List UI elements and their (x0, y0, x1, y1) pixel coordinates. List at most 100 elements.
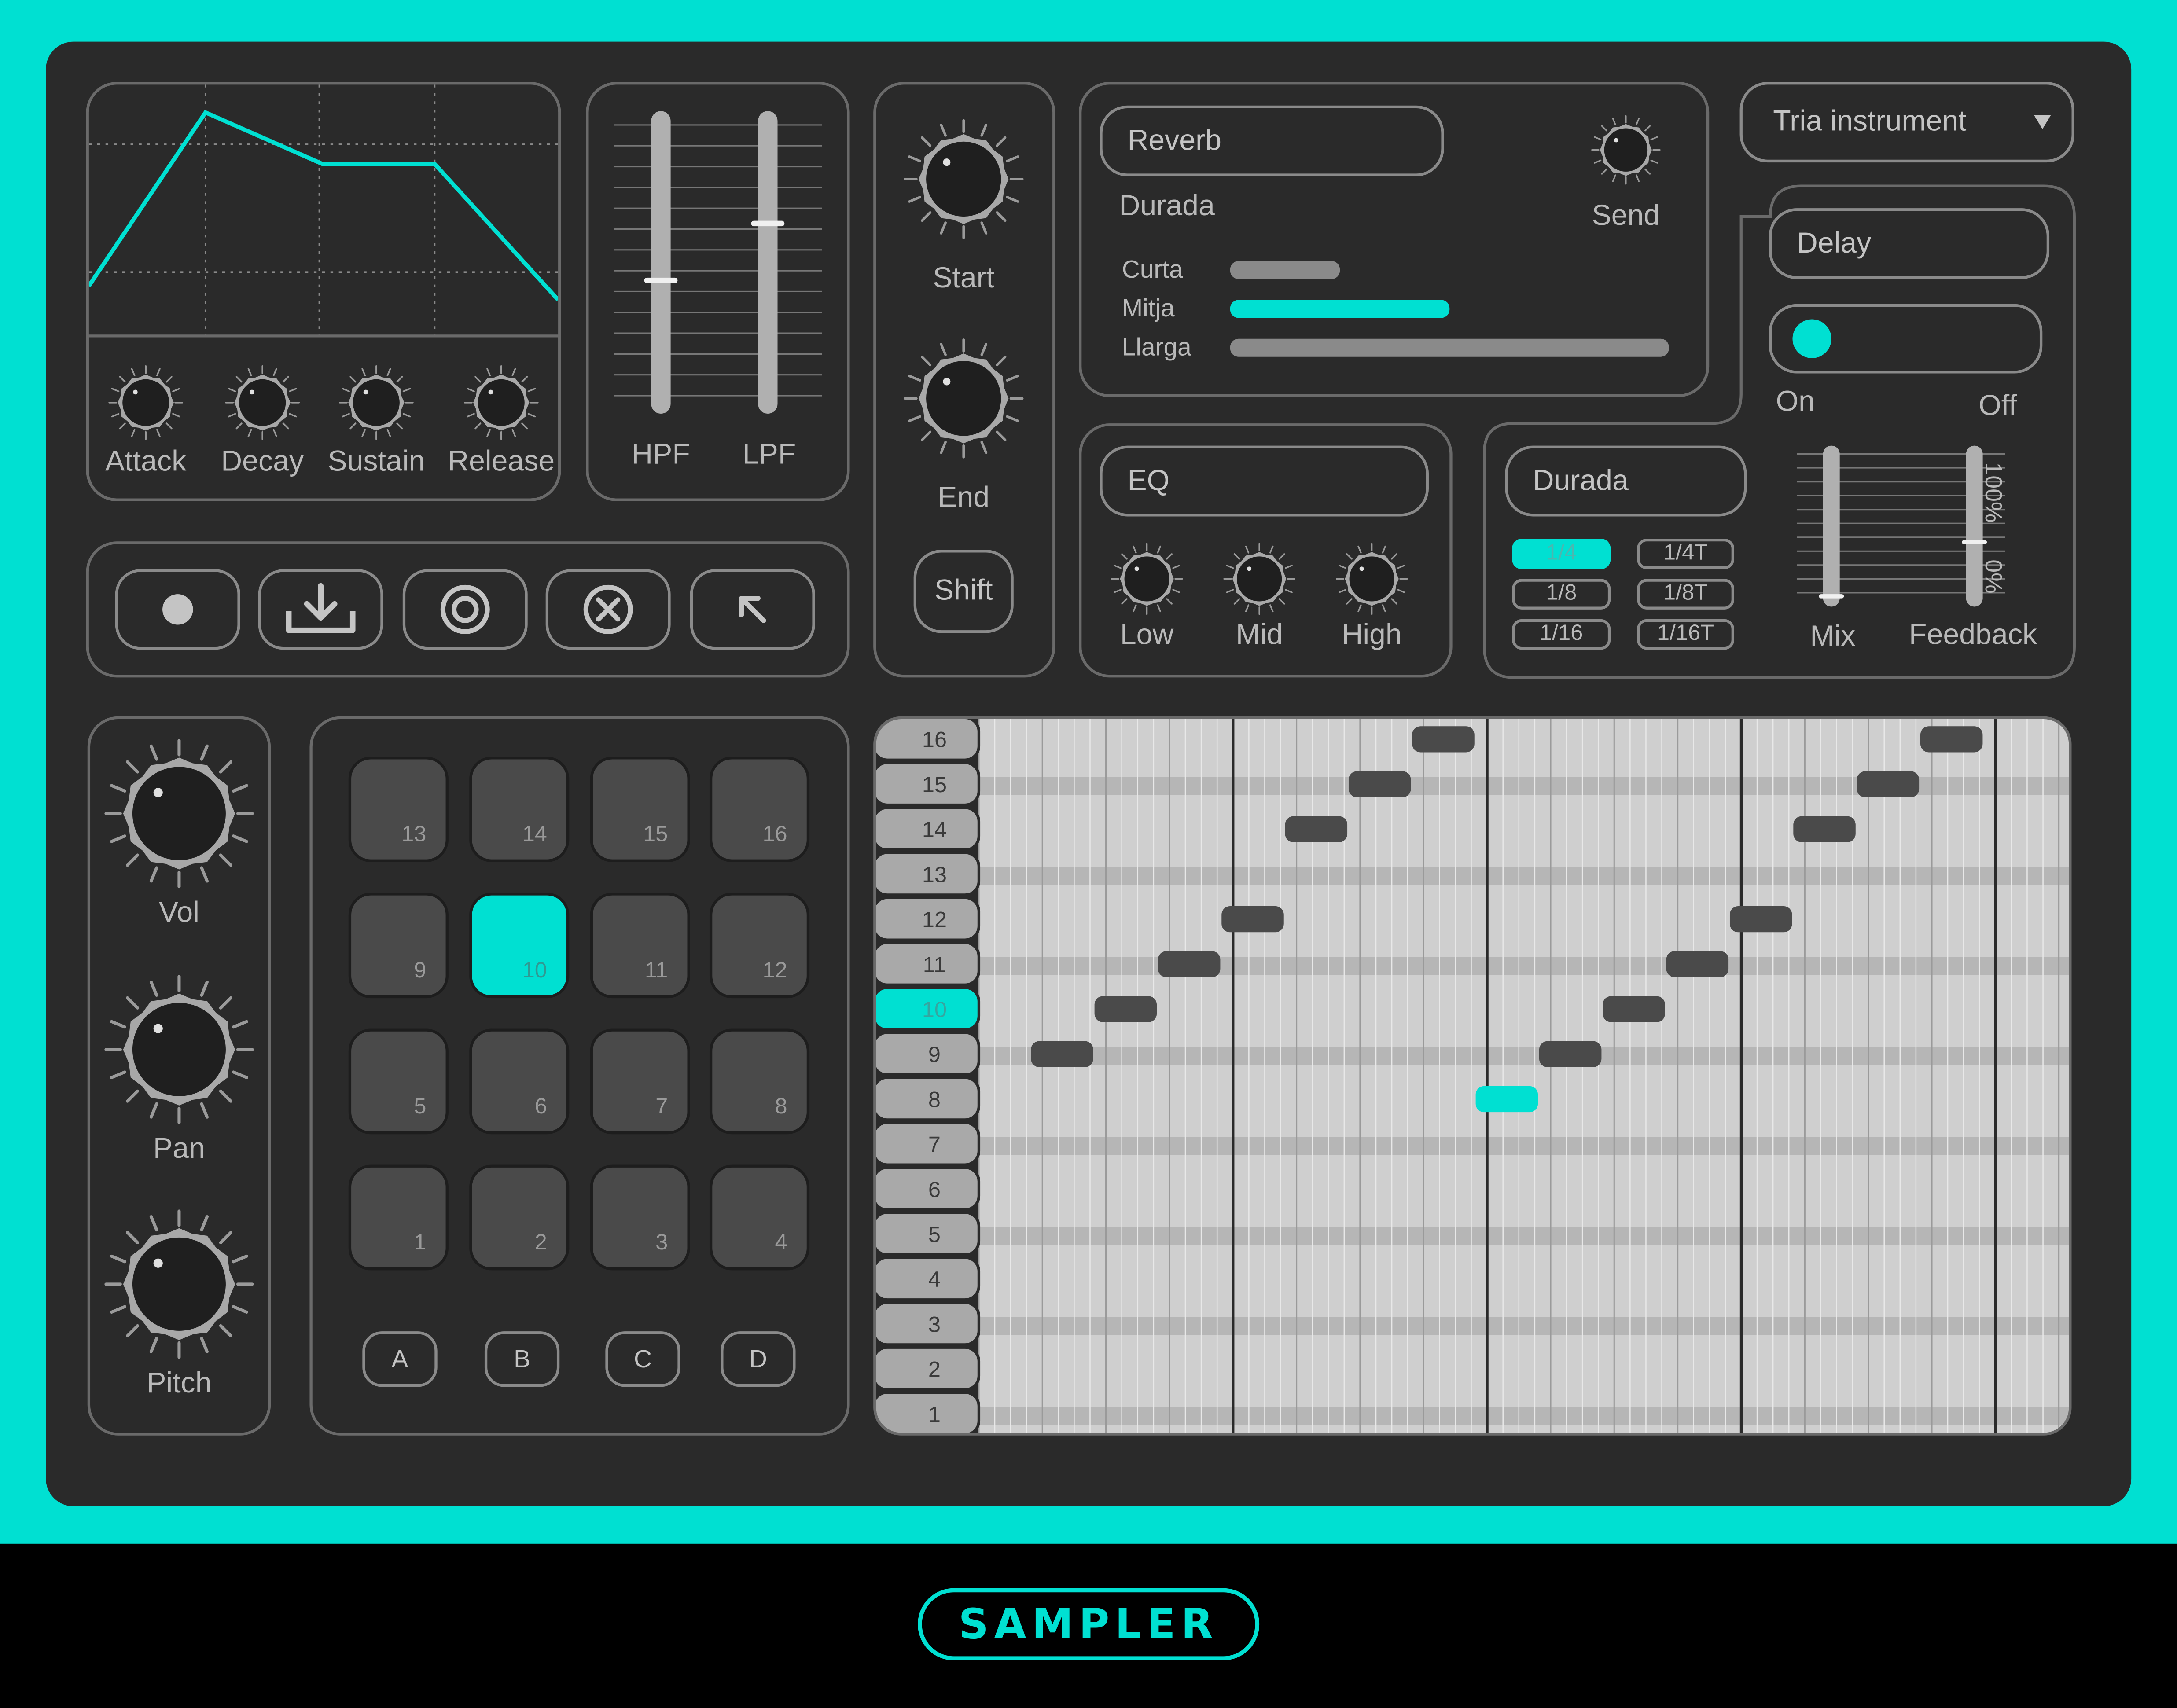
sequencer-note (1793, 816, 1856, 842)
end-label: End (938, 481, 990, 514)
pad-1[interactable]: 1 (348, 1164, 449, 1271)
lpf-fader-handle[interactable] (751, 221, 785, 227)
row-label-8: 8 (928, 1087, 941, 1112)
pad-9[interactable]: 9 (348, 893, 449, 999)
pad-number: 6 (534, 1095, 547, 1119)
row-label-7: 7 (928, 1132, 941, 1157)
instrument-select-value: Tria instrument (1773, 105, 1967, 138)
pad-10[interactable]: 10 (469, 893, 570, 999)
send-knob[interactable] (1590, 114, 1662, 186)
low-knob[interactable] (1109, 541, 1184, 616)
pad-number: 1 (414, 1231, 427, 1255)
duration-option-1-4T[interactable]: 1/4T (1637, 538, 1734, 569)
feedback-fader-handle[interactable] (1962, 540, 1987, 544)
delay-title[interactable]: Delay (1769, 208, 2050, 279)
sequencer-note (1729, 906, 1792, 933)
seq-row-shade (978, 957, 2069, 975)
high-knob[interactable] (1334, 541, 1409, 616)
clear-button[interactable] (545, 569, 671, 650)
instrument-select[interactable]: Tria instrument (1739, 82, 2074, 163)
pad-15[interactable]: 15 (590, 757, 690, 862)
reverb-option-1-bar[interactable] (1230, 300, 1450, 318)
lpf-fader-track (758, 111, 778, 414)
duration-title[interactable]: Durada (1505, 445, 1747, 517)
start-label: Start (933, 262, 995, 294)
sampler-app: Attack Decay Sustain Release HPF LPF Start … (0, 0, 2177, 1708)
hpf-fader[interactable] (644, 111, 678, 414)
sequencer-note (1031, 1041, 1093, 1067)
sequencer-note (1412, 726, 1475, 753)
sustain-knob[interactable] (338, 364, 416, 441)
sequencer-note (1539, 1041, 1602, 1067)
chevron-down-icon (2034, 115, 2051, 129)
envelope-graph[interactable] (88, 84, 559, 338)
vol-label: Vol (158, 896, 199, 929)
seq-row-shade (978, 1407, 2069, 1425)
arrow-button[interactable] (690, 569, 815, 650)
pad-5[interactable]: 5 (348, 1028, 449, 1135)
delay-toggle[interactable] (1769, 304, 2043, 374)
vol-knob[interactable] (101, 736, 257, 891)
pad-number: 4 (775, 1231, 787, 1255)
shift-button[interactable]: Shift (913, 550, 1014, 633)
target-icon (440, 584, 490, 634)
bank-d-button[interactable]: D (721, 1331, 796, 1387)
bank-c-button[interactable]: C (605, 1331, 680, 1387)
pad-8[interactable]: 8 (709, 1028, 810, 1135)
bank-a-button[interactable]: A (362, 1331, 438, 1387)
pad-12[interactable]: 12 (709, 893, 810, 999)
pitch-knob[interactable] (101, 1206, 257, 1362)
pad-7[interactable]: 7 (590, 1028, 690, 1135)
pad-3[interactable]: 3 (590, 1164, 690, 1271)
eq-title[interactable]: EQ (1100, 445, 1429, 517)
attack-knob[interactable] (107, 364, 185, 441)
end-knob[interactable] (901, 336, 1026, 461)
download-icon (286, 583, 356, 633)
delay-on-label: On (1776, 386, 1815, 418)
pad-4[interactable]: 4 (709, 1164, 810, 1271)
duration-option-1-8[interactable]: 1/8 (1512, 579, 1611, 610)
duration-option-1-8T[interactable]: 1/8T (1637, 579, 1734, 610)
record-button[interactable] (115, 569, 240, 650)
duration-option-1-16[interactable]: 1/16 (1512, 619, 1611, 650)
pad-number: 9 (414, 959, 427, 983)
filter-faders-grid (614, 124, 822, 397)
delay-scale-bottom: 0% (1980, 559, 2007, 594)
pad-number: 15 (643, 823, 668, 847)
record-icon (162, 594, 193, 625)
target-button[interactable] (402, 569, 528, 650)
bank-b-button[interactable]: B (484, 1331, 560, 1387)
mix-fader[interactable] (1819, 445, 1844, 607)
pad-11[interactable]: 11 (590, 893, 690, 999)
duration-option-1-16T[interactable]: 1/16T (1637, 619, 1734, 650)
pad-6[interactable]: 6 (469, 1028, 570, 1135)
high-label: High (1342, 619, 1402, 651)
pad-16[interactable]: 16 (709, 757, 810, 862)
reverb-option-2-label: Llarga (1122, 333, 1191, 361)
lpf-fader[interactable] (751, 111, 785, 414)
row-key-3 (876, 1301, 981, 1346)
reverb-duration-label: Durada (1119, 190, 1215, 222)
seq-row-shade (978, 867, 2069, 885)
reverb-title[interactable]: Reverb (1100, 105, 1444, 176)
row-key-1 (876, 1391, 981, 1433)
pad-2[interactable]: 2 (469, 1164, 570, 1271)
pad-14[interactable]: 14 (469, 757, 570, 862)
start-knob[interactable] (901, 117, 1026, 242)
reverb-option-0-bar[interactable] (1230, 261, 1340, 279)
decay-knob[interactable] (224, 364, 302, 441)
mid-knob[interactable] (1222, 541, 1297, 616)
low-label: Low (1120, 619, 1174, 651)
release-knob[interactable] (462, 364, 540, 441)
duration-option-1-4[interactable]: 1/4 (1512, 538, 1611, 569)
pad-13[interactable]: 13 (348, 757, 449, 862)
sequencer: 16 15 14 13 12 11 10 9 8 7 6 5 4 3 2 1 (873, 716, 2072, 1436)
delay-toggle-knob (1792, 319, 1831, 358)
sequencer-grid[interactable]: 16 15 14 13 12 11 10 9 8 7 6 5 4 3 2 1 (873, 716, 2071, 1436)
pan-knob[interactable] (101, 972, 257, 1127)
decay-label: Decay (221, 445, 304, 478)
download-button[interactable] (258, 569, 383, 650)
hpf-fader-handle[interactable] (644, 277, 678, 283)
row-label-13: 13 (922, 862, 947, 887)
mix-fader-handle[interactable] (1819, 595, 1844, 599)
